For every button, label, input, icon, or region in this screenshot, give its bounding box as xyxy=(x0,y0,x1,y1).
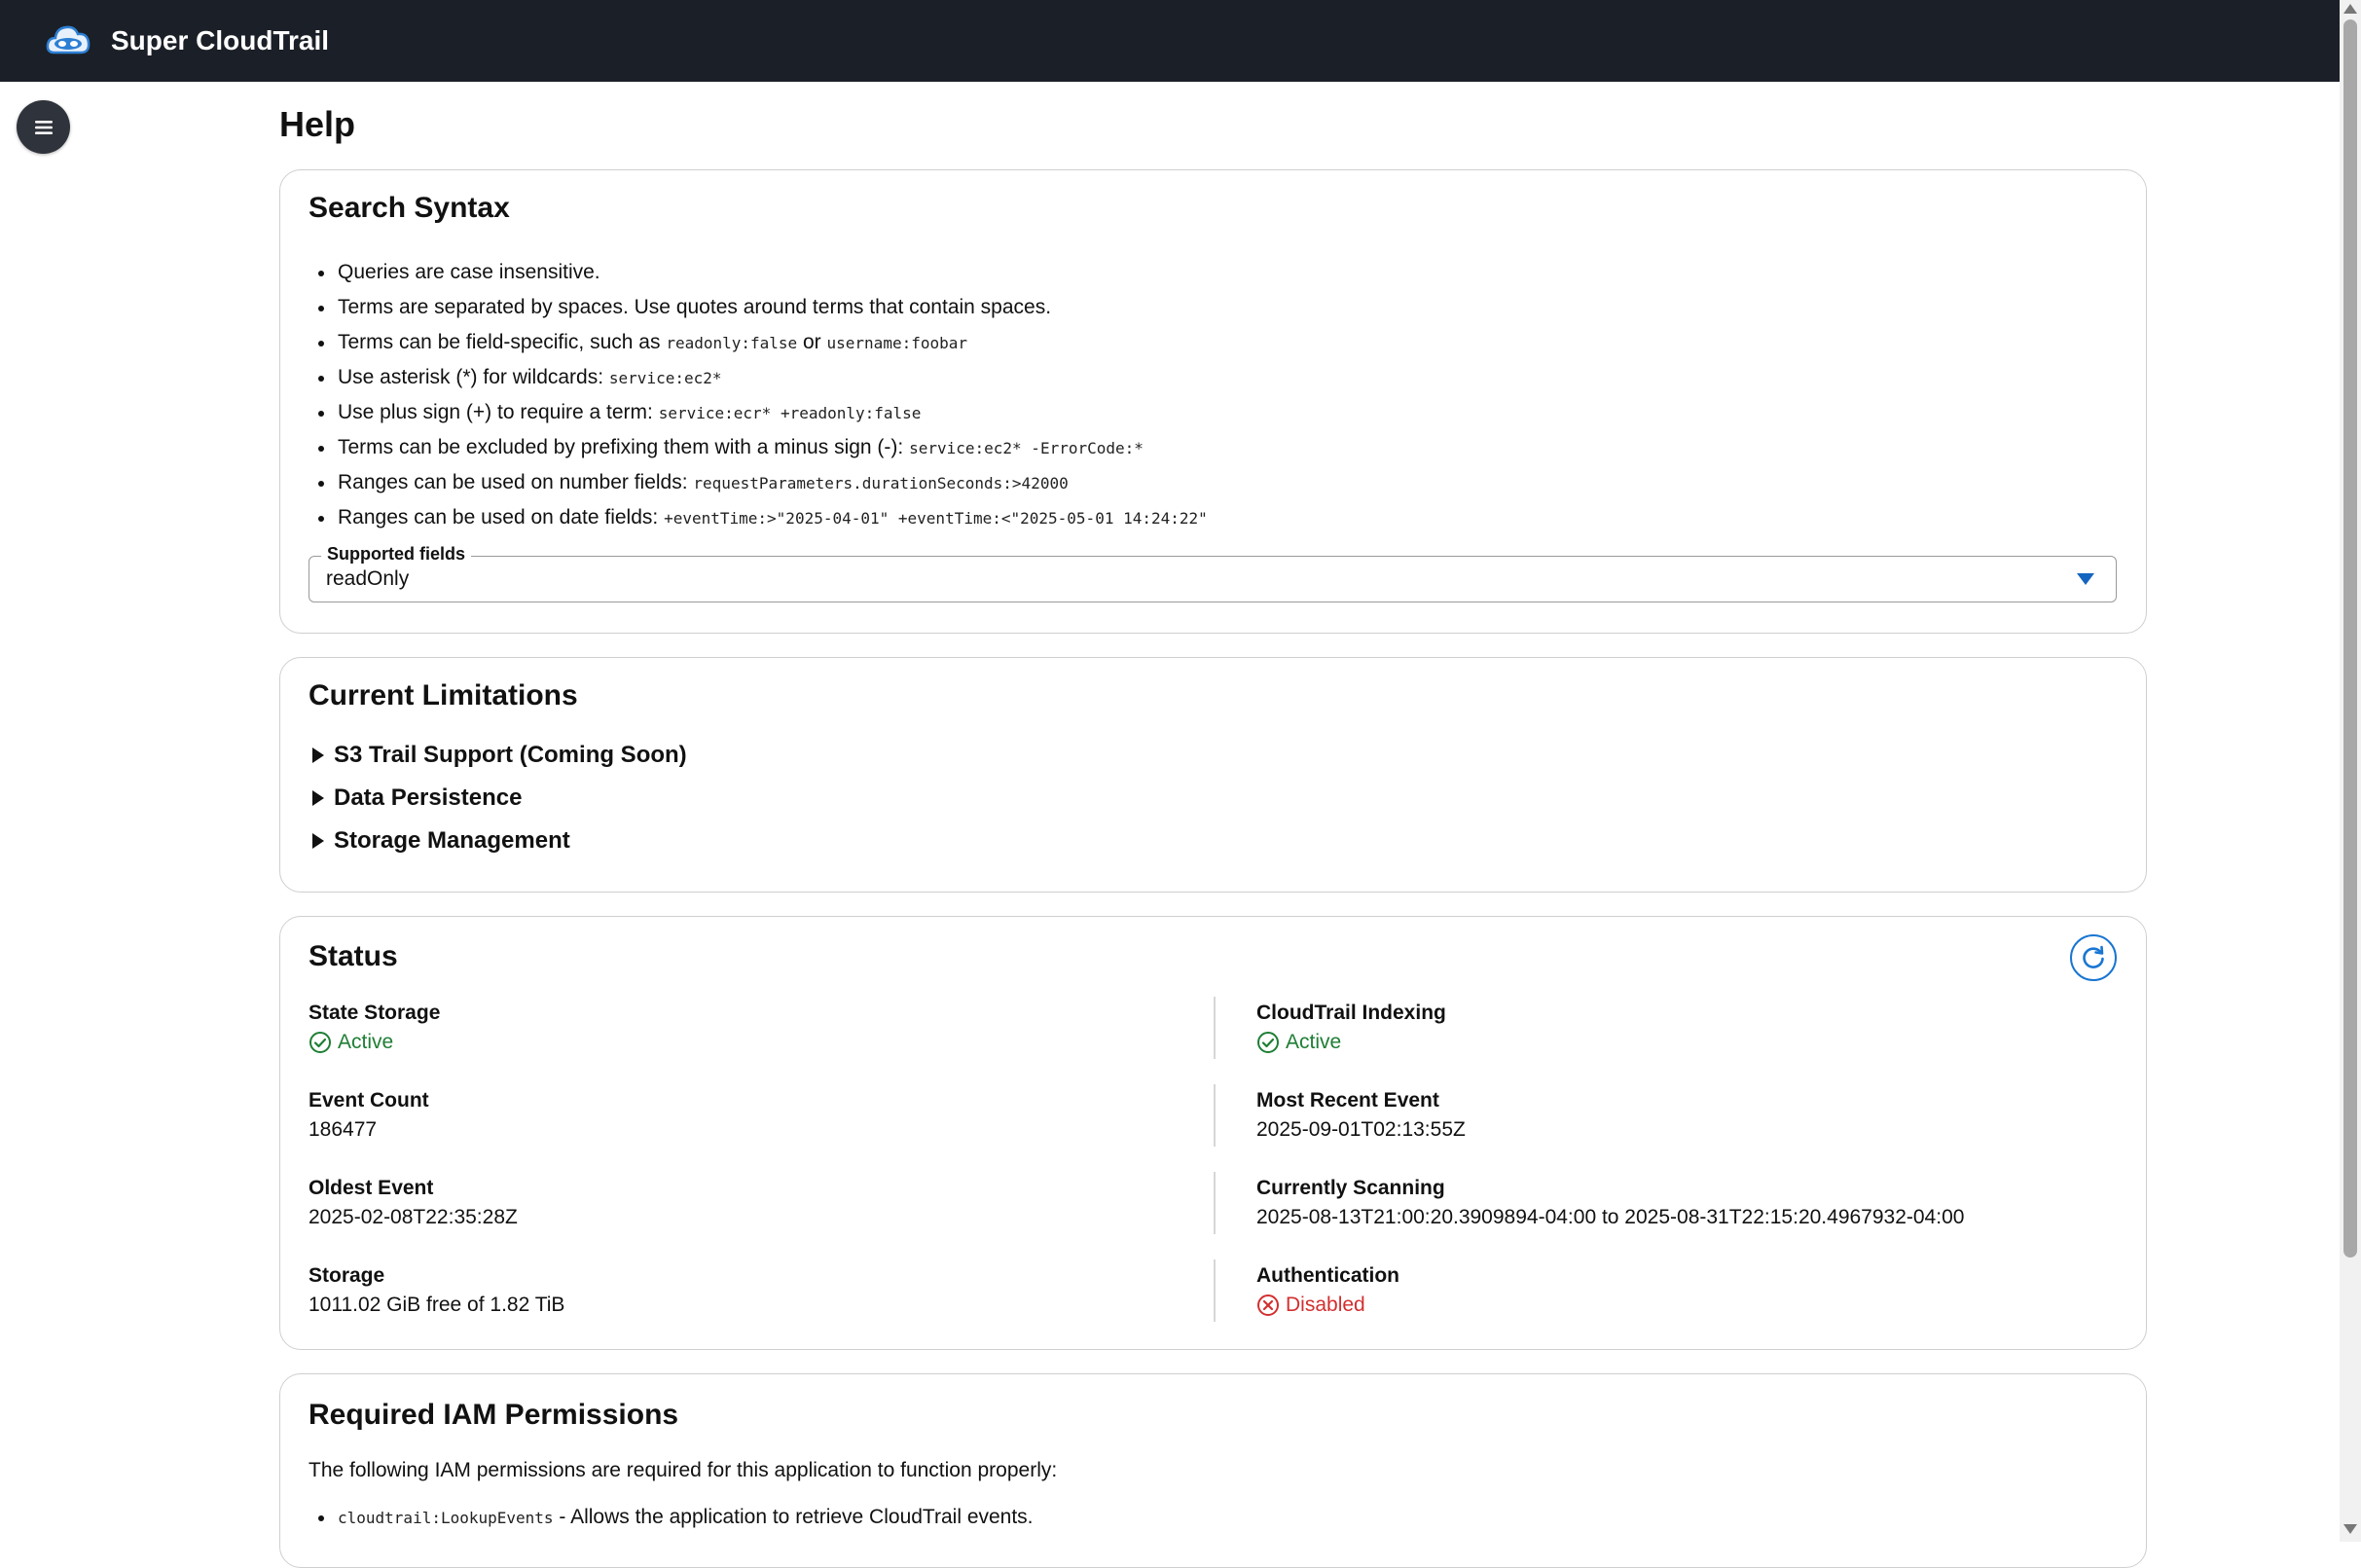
status-oldest-event: Oldest Event 2025-02-08T22:35:28Z xyxy=(309,1177,518,1228)
page-title: Help xyxy=(279,104,356,144)
status-cloudtrail-indexing: CloudTrail Indexing Active xyxy=(1256,1002,1446,1053)
accordion-data-persistence[interactable]: Data Persistence xyxy=(309,782,522,815)
list-item: cloudtrail:LookupEvents - Allows the app… xyxy=(309,1503,1034,1533)
column-divider xyxy=(1214,1259,1216,1322)
scrollbar-thumb[interactable] xyxy=(2343,19,2357,1258)
column-divider xyxy=(1214,997,1216,1059)
list-item: Queries are case insensitive. xyxy=(309,255,1208,290)
list-item: Terms can be field-specific, such as rea… xyxy=(309,325,1208,360)
status-currently-scanning: Currently Scanning 2025-08-13T21:00:20.3… xyxy=(1256,1177,1965,1228)
column-divider xyxy=(1214,1084,1216,1147)
refresh-button[interactable] xyxy=(2070,934,2117,981)
list-item: Use asterisk (*) for wildcards: service:… xyxy=(309,360,1208,395)
list-item: Ranges can be used on date fields: +even… xyxy=(309,500,1208,535)
iam-heading: Required IAM Permissions xyxy=(309,1399,679,1431)
accordion-s3-trail-support[interactable]: S3 Trail Support (Coming Soon) xyxy=(309,739,687,772)
error-circle-icon xyxy=(1257,1295,1279,1316)
status-most-recent-event: Most Recent Event 2025-09-01T02:13:55Z xyxy=(1256,1089,1466,1141)
check-circle-icon xyxy=(309,1032,331,1053)
expand-triangle-icon xyxy=(312,833,324,849)
scroll-up-arrow-icon[interactable] xyxy=(2343,4,2357,14)
app-bar: Super CloudTrail xyxy=(0,0,2340,82)
dropdown-arrow-icon[interactable] xyxy=(2077,573,2094,585)
supported-fields-label: Supported fields xyxy=(321,543,472,565)
expand-triangle-icon xyxy=(312,790,324,806)
list-item: Terms are separated by spaces. Use quote… xyxy=(309,290,1208,325)
status-authentication: Authentication Disabled xyxy=(1256,1264,1399,1316)
page-scrollbar[interactable] xyxy=(2340,0,2361,1542)
cloud-logo-icon xyxy=(45,19,91,60)
status-heading: Status xyxy=(309,940,398,972)
scroll-down-arrow-icon[interactable] xyxy=(2343,1524,2357,1534)
status-storage: Storage 1011.02 GiB free of 1.82 TiB xyxy=(309,1264,565,1316)
list-item: Use plus sign (+) to require a term: ser… xyxy=(309,395,1208,430)
search-syntax-heading: Search Syntax xyxy=(309,192,510,224)
supported-fields-select[interactable]: Supported fields readOnly xyxy=(309,543,2117,602)
iam-permissions-list: cloudtrail:LookupEvents - Allows the app… xyxy=(309,1503,1034,1533)
accordion-storage-management[interactable]: Storage Management xyxy=(309,824,570,857)
status-event-count: Event Count 186477 xyxy=(309,1089,429,1141)
status-state-storage: State Storage Active xyxy=(309,1002,441,1053)
list-item: Terms can be excluded by prefixing them … xyxy=(309,430,1208,465)
supported-fields-value[interactable]: readOnly xyxy=(326,566,409,592)
column-divider xyxy=(1214,1172,1216,1234)
expand-triangle-icon xyxy=(312,748,324,763)
app-title[interactable]: Super CloudTrail xyxy=(111,21,329,60)
list-item: Ranges can be used on number fields: req… xyxy=(309,465,1208,500)
check-circle-icon xyxy=(1257,1032,1279,1053)
refresh-icon xyxy=(2083,945,2104,968)
menu-button[interactable] xyxy=(17,100,70,154)
hamburger-menu-icon xyxy=(34,120,53,134)
syntax-list: Queries are case insensitive. Terms are … xyxy=(309,255,1208,535)
limitations-heading: Current Limitations xyxy=(309,679,578,711)
iam-intro-text: The following IAM permissions are requir… xyxy=(309,1459,1058,1481)
